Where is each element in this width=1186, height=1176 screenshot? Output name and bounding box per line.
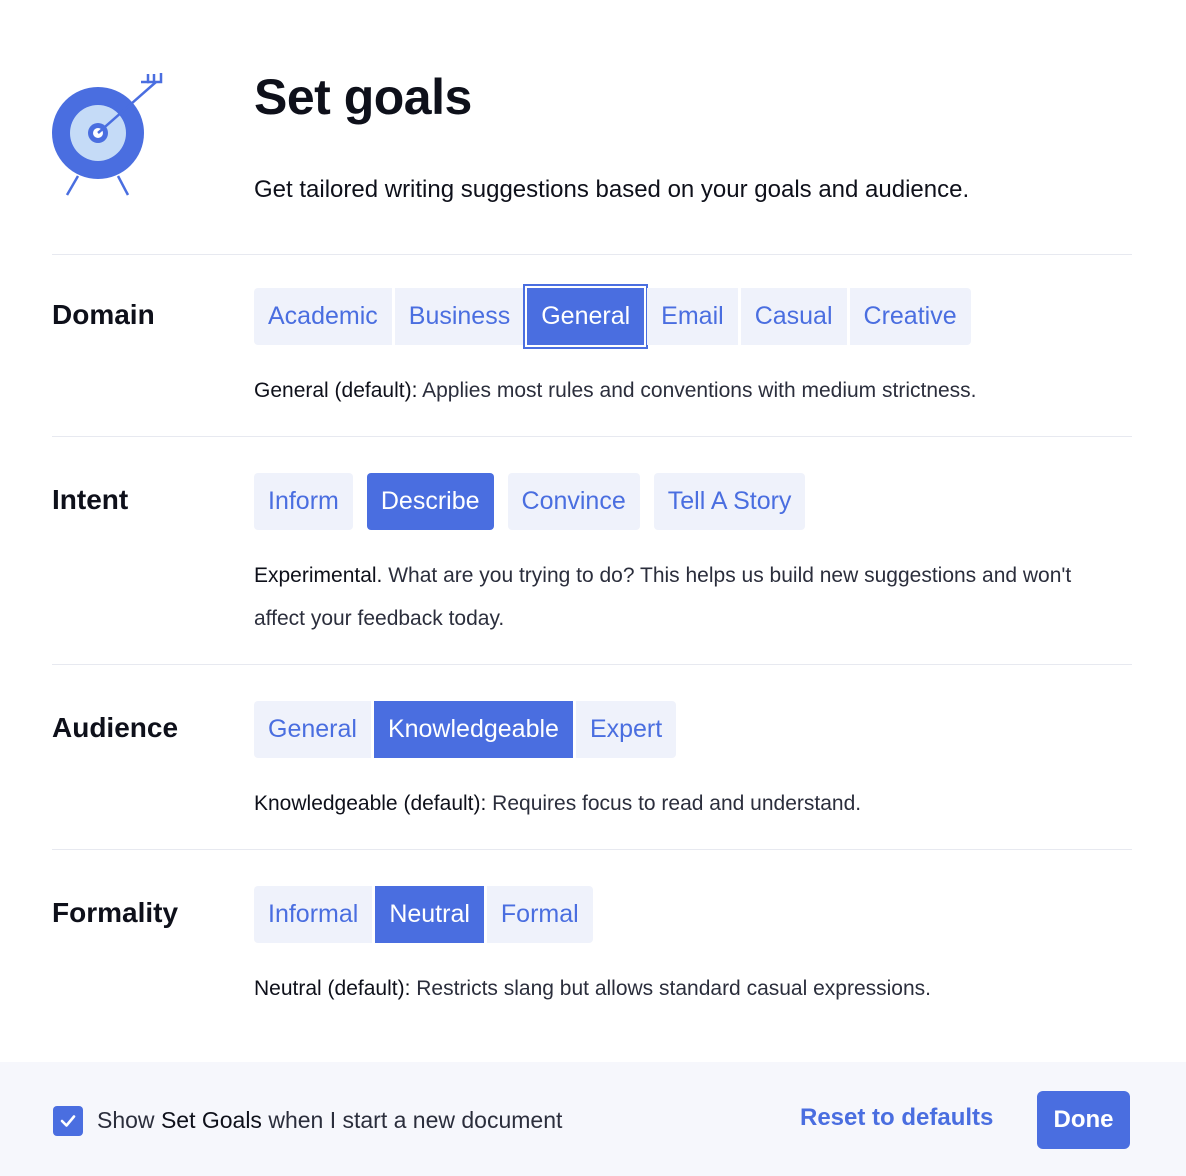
domain-option-academic[interactable]: Academic [254, 288, 392, 345]
audience-options: General Knowledgeable Expert [254, 701, 677, 758]
intent-option-inform[interactable]: Inform [254, 473, 353, 530]
domain-description-text: Applies most rules and conventions with … [422, 379, 977, 402]
intent-label: Intent [52, 484, 129, 515]
intent-description-lead: Experimental. [254, 564, 383, 587]
formality-section: Formality Informal Neutral Formal Neutral … [0, 850, 1186, 1062]
audience-option-knowledgeable[interactable]: Knowledgeable [373, 701, 573, 758]
formality-option-informal[interactable]: Informal [254, 886, 373, 943]
page-title: Set goals [254, 69, 472, 125]
set-goals-dialog: Set goals Get tailored writing suggestio… [0, 0, 1186, 1176]
dialog-header: Set goals Get tailored writing suggestio… [0, 0, 1186, 254]
intent-section: Intent Inform Describe Convince Tell A Stor… [0, 437, 1186, 664]
audience-section: Audience General Knowledgeable Expert Know… [0, 665, 1186, 849]
formality-option-formal[interactable]: Formal [486, 886, 593, 943]
page-subtitle: Get tailored writing suggestions based o… [254, 176, 970, 203]
domain-section: Domain Academic Business General Email Casua… [0, 255, 1186, 436]
domain-label: Domain [52, 299, 155, 330]
formality-option-neutral[interactable]: Neutral [375, 886, 484, 943]
checkbox-label-strong: Set Goals [160, 1107, 262, 1133]
intent-options: Inform Describe Convince Tell A Story [254, 473, 806, 530]
target-icon [52, 73, 163, 196]
domain-option-casual[interactable]: Casual [740, 288, 847, 345]
intent-description: Experimental. What are you trying to do?… [254, 554, 1114, 640]
show-on-new-document-checkbox[interactable] [53, 1106, 83, 1136]
formality-description-lead: Neutral (default): [254, 977, 411, 1000]
formality-description-text: Restricts slang but allows standard casu… [416, 977, 931, 1000]
formality-description: Neutral (default): Restricts slang but a… [254, 967, 1114, 1010]
audience-description-text: Requires focus to read and understand. [492, 792, 862, 815]
domain-options: Academic Business General Email Casual Creati… [254, 288, 971, 345]
domain-option-creative[interactable]: Creative [849, 288, 971, 345]
domain-description-lead: General (default): [254, 379, 418, 402]
audience-option-general[interactable]: General [254, 701, 371, 758]
dialog-footer: Show Set Goals when I start a new docume… [0, 1062, 1186, 1176]
domain-option-business[interactable]: Business [394, 288, 525, 345]
audience-label: Audience [52, 712, 179, 743]
checkbox-label-pre: Show [97, 1107, 155, 1133]
formality-label: Formality [52, 897, 179, 928]
checkbox-label-post: when I start a new document [268, 1107, 563, 1133]
formality-options: Informal Neutral Formal [254, 886, 593, 943]
audience-option-expert[interactable]: Expert [575, 701, 677, 758]
done-button[interactable]: Done [1037, 1091, 1130, 1149]
checkbox-label: Show Set Goals when I start a new docume… [97, 1107, 562, 1134]
audience-description: Knowledgeable (default): Requires focus … [254, 782, 1114, 825]
reset-to-defaults-link[interactable]: Reset to defaults [800, 1104, 993, 1132]
audience-description-lead: Knowledgeable (default): [254, 792, 487, 815]
domain-option-email[interactable]: Email [647, 288, 738, 345]
domain-option-general[interactable]: General [527, 288, 645, 345]
checkmark-icon [60, 1115, 76, 1127]
intent-option-tell-a-story[interactable]: Tell A Story [653, 473, 806, 530]
intent-option-convince[interactable]: Convince [507, 473, 640, 530]
domain-description: General (default): Applies most rules an… [254, 369, 1114, 412]
intent-option-describe[interactable]: Describe [366, 473, 494, 530]
